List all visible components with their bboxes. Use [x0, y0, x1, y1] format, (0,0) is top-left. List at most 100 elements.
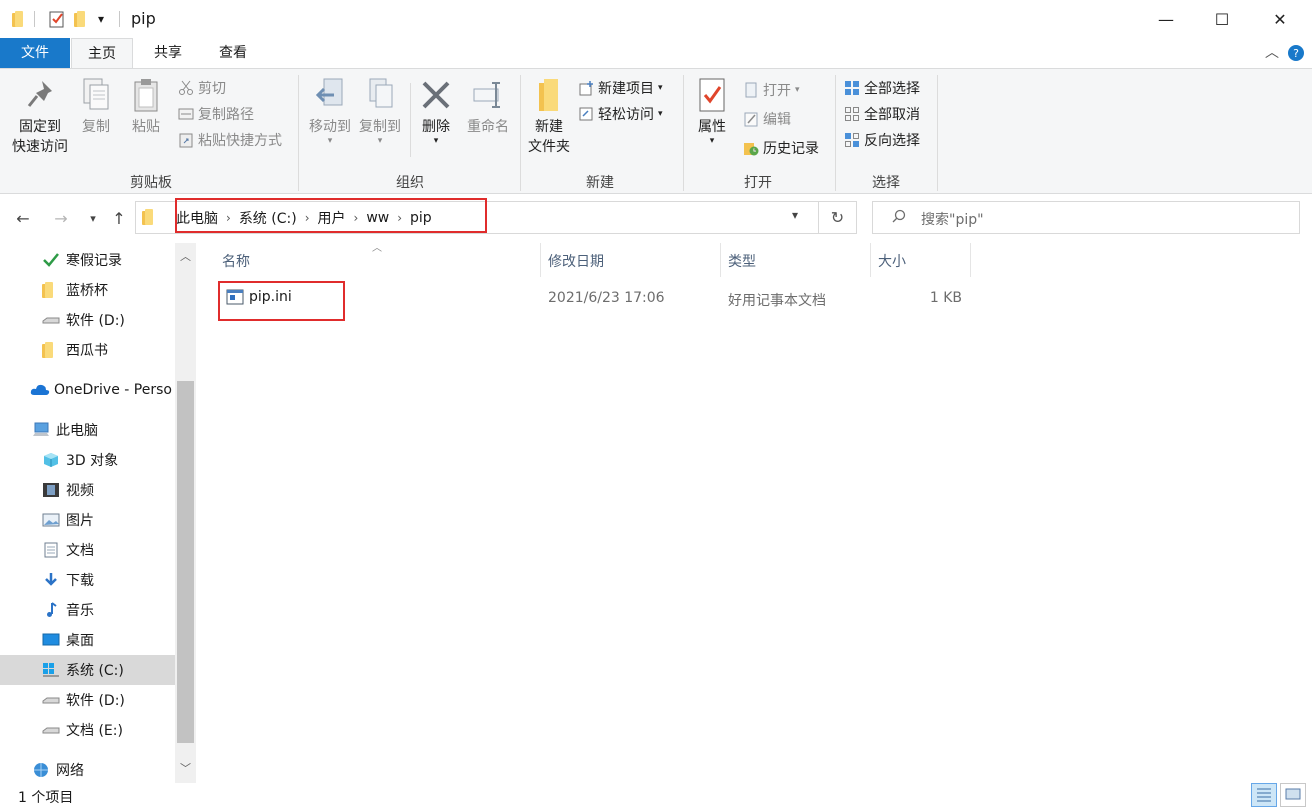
breadcrumb-item[interactable]: 此电脑	[176, 208, 218, 228]
nav-item-pictures[interactable]: 图片	[0, 505, 175, 535]
nav-item-onedrive[interactable]: OneDrive - Perso	[0, 375, 175, 405]
download-arrow-icon	[42, 572, 60, 588]
nav-item-drive-e[interactable]: 文档 (E:)	[0, 715, 175, 745]
nav-item-watermelon-book[interactable]: 西瓜书	[0, 335, 175, 365]
breadcrumb-chevron-icon[interactable]: ›	[397, 211, 402, 225]
clipboard-group-label: 剪贴板	[130, 175, 172, 191]
rename-button[interactable]: 重命名	[464, 77, 512, 137]
edit-button[interactable]: 编辑	[743, 109, 791, 129]
invert-selection-icon	[844, 132, 860, 148]
breadcrumb: 此电脑 › 系统 (C:) › 用户 › ww › pip	[176, 202, 432, 233]
new-item-button[interactable]: 新建项目 ▾	[578, 78, 663, 98]
move-to-icon	[314, 77, 346, 113]
new-folder-quick-icon[interactable]	[74, 9, 88, 29]
back-button[interactable]: ←	[12, 206, 34, 230]
nav-item-lanqiao[interactable]: 蓝桥杯	[0, 275, 175, 305]
ribbon-divider	[410, 83, 411, 157]
breadcrumb-item[interactable]: ww	[366, 210, 389, 226]
paste-button[interactable]: 粘贴	[126, 77, 166, 137]
nav-scrollbar-thumb[interactable]	[177, 381, 194, 743]
tab-view[interactable]: 查看	[205, 38, 261, 68]
minimize-button[interactable]: —	[1138, 0, 1194, 38]
file-name[interactable]: pip.ini	[249, 289, 292, 305]
breadcrumb-chevron-icon[interactable]: ›	[354, 211, 359, 225]
open-group-label: 打开	[744, 175, 772, 191]
details-view-icon	[1257, 788, 1271, 802]
recent-locations-button[interactable]: ▾	[82, 206, 104, 230]
scroll-up-icon[interactable]: ︿	[175, 245, 196, 267]
select-all-button[interactable]: 全部选择	[844, 78, 920, 98]
breadcrumb-item[interactable]: 系统 (C:)	[239, 208, 297, 228]
nav-item-desktop[interactable]: 桌面	[0, 625, 175, 655]
drive-icon	[42, 722, 60, 738]
address-bar[interactable]: 此电脑 › 系统 (C:) › 用户 › ww › pip ▾	[135, 201, 819, 234]
scroll-down-icon[interactable]: ﹀	[175, 757, 196, 779]
nav-item-music[interactable]: 音乐	[0, 595, 175, 625]
easy-access-button[interactable]: 轻松访问 ▾	[578, 104, 663, 124]
new-folder-button[interactable]: 新建 文件夹	[526, 77, 572, 157]
select-none-button[interactable]: 全部取消	[844, 104, 920, 124]
network-icon	[32, 762, 50, 778]
navigation-pane: 寒假记录 蓝桥杯 软件 (D:) 西瓜书 OneDrive - Perso 此电…	[0, 243, 196, 783]
nav-item-drive-d[interactable]: 软件 (D:)	[0, 685, 175, 715]
breadcrumb-item[interactable]: pip	[410, 210, 432, 226]
nav-item-downloads[interactable]: 下载	[0, 565, 175, 595]
column-divider[interactable]	[970, 243, 971, 277]
picture-icon	[42, 512, 60, 528]
open-button[interactable]: 打开 ▾	[743, 80, 800, 100]
computer-icon	[32, 422, 50, 438]
easy-access-icon	[578, 106, 594, 122]
forward-button[interactable]: →	[50, 206, 72, 230]
large-icons-view-button[interactable]	[1280, 783, 1306, 807]
window-title: pip	[131, 9, 156, 28]
column-header-size[interactable]: 大小	[870, 249, 970, 275]
copy-path-button[interactable]: 复制路径	[178, 104, 254, 124]
help-icon[interactable]: ?	[1286, 38, 1306, 68]
invert-selection-button[interactable]: 反向选择	[844, 130, 920, 150]
folder-icon	[12, 9, 26, 29]
tab-file[interactable]: 文件	[0, 38, 70, 68]
properties-quick-icon[interactable]	[48, 9, 66, 29]
column-header-modified[interactable]: 修改日期	[540, 249, 720, 275]
copy-button[interactable]: 复制	[76, 77, 116, 137]
details-view-button[interactable]	[1251, 783, 1277, 807]
nav-item-system-c[interactable]: 系统 (C:)	[0, 655, 175, 685]
delete-button[interactable]: 删除 ▾	[418, 77, 454, 146]
tab-home[interactable]: 主页	[71, 38, 133, 69]
up-button[interactable]: ↑	[108, 206, 130, 230]
nav-item-3d-objects[interactable]: 3D 对象	[0, 445, 175, 475]
move-to-button[interactable]: 移动到 ▾	[306, 77, 354, 146]
close-button[interactable]: ✕	[1252, 0, 1308, 38]
file-type: 好用记事本文档	[728, 293, 826, 309]
column-header-type[interactable]: 类型	[720, 249, 870, 275]
new-item-icon	[578, 80, 594, 96]
breadcrumb-item[interactable]: 用户	[318, 208, 346, 228]
nav-item-videos[interactable]: 视频	[0, 475, 175, 505]
paste-shortcut-button[interactable]: 粘贴快捷方式	[178, 130, 282, 150]
nav-item-network[interactable]: 网络	[0, 755, 175, 785]
nav-item-this-pc[interactable]: 此电脑	[0, 415, 175, 445]
address-dropdown-button[interactable]: ▾	[792, 208, 798, 222]
tab-share[interactable]: 共享	[140, 38, 196, 68]
table-row[interactable]: pip.ini 2021/6/23 17:06 好用记事本文档 1 KB	[214, 283, 974, 313]
refresh-button[interactable]: ↻	[819, 201, 857, 234]
select-group-label: 选择	[872, 175, 900, 191]
collapse-ribbon-icon[interactable]: ︿	[1262, 38, 1282, 68]
breadcrumb-chevron-icon[interactable]: ›	[305, 211, 310, 225]
history-button[interactable]: 历史记录	[743, 138, 819, 158]
folder-icon	[42, 282, 60, 298]
nav-item-winter-notes[interactable]: 寒假记录	[0, 245, 175, 275]
pin-to-quick-access-button[interactable]: 固定到 快速访问	[8, 77, 72, 157]
column-header-name[interactable]: 名称	[214, 249, 540, 275]
cut-button[interactable]: 剪切	[178, 78, 226, 98]
nav-item-documents[interactable]: 文档	[0, 535, 175, 565]
breadcrumb-chevron-icon[interactable]: ›	[226, 211, 231, 225]
maximize-button[interactable]: ☐	[1194, 0, 1250, 38]
nav-item-quick-drive-d[interactable]: 软件 (D:)	[0, 305, 175, 335]
search-box[interactable]: 搜索"pip"	[872, 201, 1300, 234]
properties-button[interactable]: 属性 ▾	[692, 77, 732, 146]
document-icon	[42, 542, 60, 558]
customize-quick-access-button[interactable]: ▾	[98, 9, 104, 29]
music-note-icon	[42, 602, 60, 618]
copy-to-button[interactable]: 复制到 ▾	[356, 77, 404, 146]
